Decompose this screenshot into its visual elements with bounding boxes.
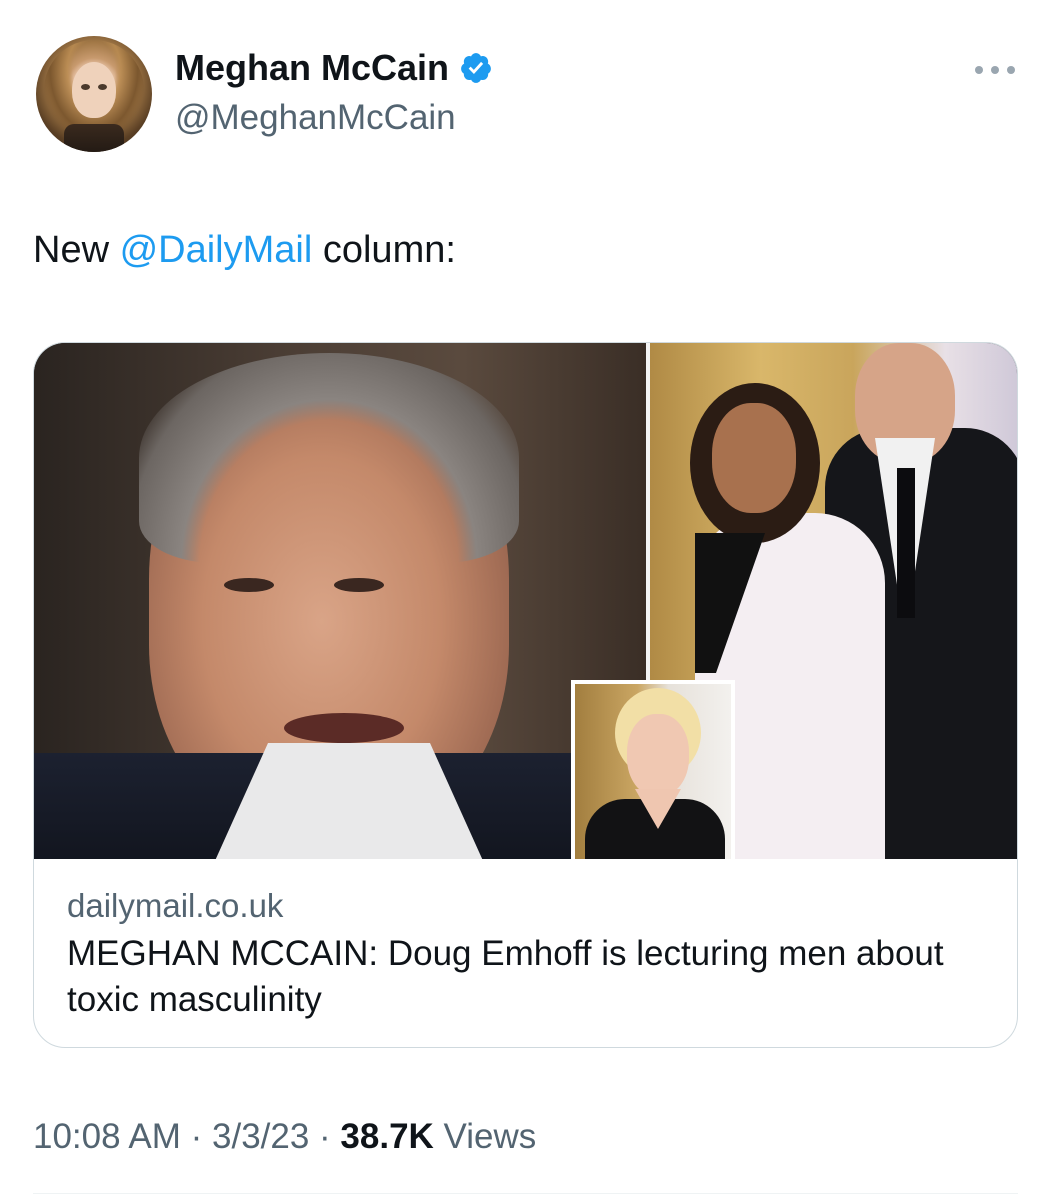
meta-separator: · — [180, 1117, 212, 1156]
tweet-text-prefix: New — [33, 229, 120, 271]
card-photo-left — [34, 343, 646, 859]
avatar-eye-right — [98, 84, 107, 90]
meta-separator: · — [309, 1117, 341, 1156]
avatar-eye-left — [81, 84, 90, 90]
tweet-text: New @DailyMail column: — [33, 224, 456, 276]
avatar-face — [72, 62, 116, 118]
link-preview-card[interactable]: dailymail.co.uk MEGHAN MCCAIN: Doug Emho… — [33, 342, 1018, 1048]
author-info: Meghan McCain @MeghanMcCain — [175, 44, 493, 142]
card-photo-inset — [571, 680, 735, 859]
author-avatar[interactable] — [36, 36, 152, 152]
bottom-divider — [33, 1193, 1018, 1194]
photo-eye-right — [334, 578, 384, 592]
photo-eye-left — [224, 578, 274, 592]
photo-mouth — [284, 713, 404, 743]
name-row: Meghan McCain — [175, 44, 493, 92]
photo-man-tie — [897, 468, 915, 618]
more-dot — [991, 66, 999, 74]
tweet-date[interactable]: 3/3/23 — [212, 1117, 309, 1156]
inset-face — [627, 714, 689, 796]
author-display-name[interactable]: Meghan McCain — [175, 44, 449, 92]
more-dot — [1007, 66, 1015, 74]
tweet-text-suffix: column: — [312, 229, 456, 271]
tweet-metadata: 10:08 AM · 3/3/23 · 38.7K Views — [33, 1112, 536, 1162]
card-domain: dailymail.co.uk — [67, 887, 284, 924]
verified-badge-icon[interactable] — [459, 51, 493, 85]
author-handle[interactable]: @MeghanMcCain — [175, 94, 493, 142]
more-dot — [975, 66, 983, 74]
photo-hair — [139, 353, 519, 563]
views-label: Views — [433, 1117, 537, 1156]
card-image[interactable] — [34, 343, 1017, 859]
tweet: Meghan McCain @MeghanMcCain New @DailyMa… — [0, 0, 1053, 1200]
avatar-collar — [64, 124, 124, 152]
card-meta: dailymail.co.uk MEGHAN MCCAIN: Doug Emho… — [67, 883, 987, 1023]
mention-link[interactable]: @DailyMail — [120, 229, 313, 271]
views-count[interactable]: 38.7K — [340, 1117, 433, 1156]
card-title[interactable]: MEGHAN MCCAIN: Doug Emhoff is lecturing … — [67, 931, 987, 1023]
tweet-time[interactable]: 10:08 AM — [33, 1117, 181, 1156]
more-options-icon[interactable] — [975, 62, 1019, 78]
photo-woman-face — [712, 403, 796, 513]
inset-photo — [575, 684, 731, 859]
